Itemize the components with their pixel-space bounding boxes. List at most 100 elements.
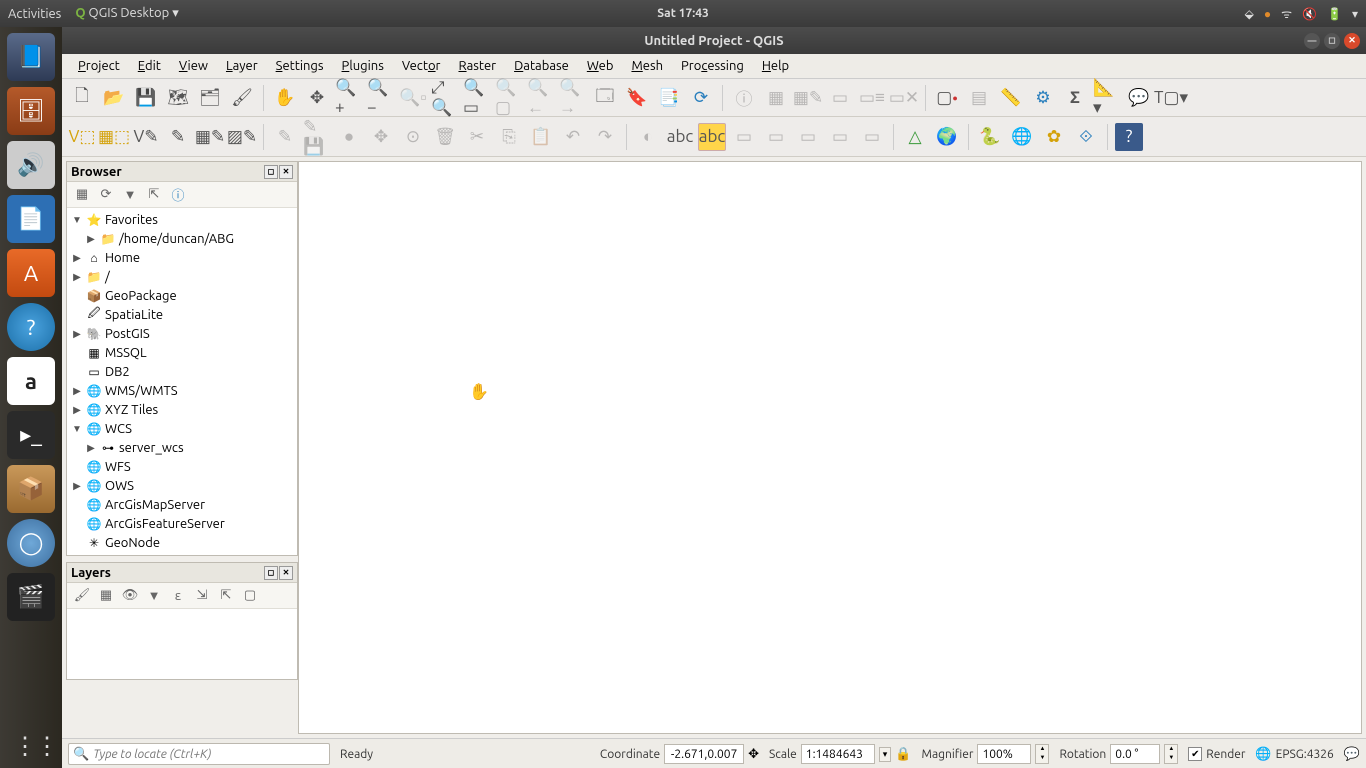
zoom-layer-icon[interactable]: 🔍▢ (495, 84, 523, 112)
deselect-icon[interactable]: ▭✕ (890, 84, 918, 112)
statistics-icon[interactable]: ▤ (965, 84, 993, 112)
scale-input[interactable] (801, 744, 875, 764)
add-vector-icon[interactable]: V⬚ (68, 123, 96, 151)
map-tips-icon[interactable]: 💬 (1125, 84, 1153, 112)
new-print-layout-icon[interactable]: 🗺 (164, 84, 192, 112)
menu-mesh[interactable]: Mesh (623, 57, 671, 75)
browser-item[interactable]: ▶📁/home/duncan/ABG (67, 229, 297, 248)
menu-help[interactable]: Help (754, 57, 797, 75)
zoom-next-icon[interactable]: 🔍→ (559, 84, 587, 112)
layers-filter-icon[interactable]: ▼ (145, 587, 163, 605)
clock[interactable]: Sat 17:43 (657, 7, 708, 20)
scale-dropdown-icon[interactable]: ▾ (879, 747, 892, 762)
identify-icon[interactable]: ⓘ (730, 84, 758, 112)
zoom-out-icon[interactable]: 🔍− (367, 84, 395, 112)
coord-toggle-icon[interactable]: ✥ (748, 747, 759, 762)
dock-chromium[interactable]: ◯ (7, 519, 55, 567)
browser-item[interactable]: ▶🌐WMS/WMTS (67, 381, 297, 400)
lbl-4-icon[interactable]: ▭ (826, 123, 854, 151)
sigma-icon[interactable]: Σ (1061, 84, 1089, 112)
label-settings-icon[interactable]: abc (698, 123, 726, 151)
expand-icon[interactable]: ▶ (71, 480, 83, 492)
app-menu[interactable]: Q QGIS Desktop ▾ (75, 6, 178, 21)
dig-1-icon[interactable]: ◐ (634, 123, 662, 151)
system-menu-caret-icon[interactable]: ▾ (1352, 7, 1358, 21)
dock-rhythmbox[interactable]: 🔊 (7, 141, 55, 189)
save-project-icon[interactable]: 💾 (132, 84, 160, 112)
window-maximize-button[interactable]: ◻ (1324, 33, 1340, 49)
new-bookmark-icon[interactable]: 🔖 (623, 84, 651, 112)
zoom-full-icon[interactable]: ⤢🔍 (431, 84, 459, 112)
window-minimize-button[interactable]: — (1304, 33, 1320, 49)
crs-icon[interactable]: 🌐 (1255, 747, 1271, 762)
open-project-icon[interactable]: 📂 (100, 84, 128, 112)
layers-visibility-icon[interactable]: 👁 (121, 587, 139, 605)
dock-nautilus[interactable]: 📘 (7, 33, 55, 81)
menu-plugins[interactable]: Plugins (334, 57, 392, 75)
magnifier-input[interactable] (977, 744, 1031, 764)
browser-item[interactable]: ✳GeoNode (67, 533, 297, 552)
battery-icon[interactable]: 🔋 (1327, 7, 1342, 21)
save-edits-icon[interactable]: ✎💾 (303, 123, 331, 151)
layers-collapse-icon[interactable]: ⇱ (217, 587, 235, 605)
expand-icon[interactable]: ▼ (71, 423, 83, 435)
menu-edit[interactable]: Edit (130, 57, 169, 75)
zoom-last-icon[interactable]: 🔍← (527, 84, 555, 112)
show-applications[interactable]: ⋮⋮⋮ (13, 732, 49, 768)
map-canvas[interactable]: ✋ (298, 161, 1362, 734)
browser-item[interactable]: ▼⭐Favorites (67, 210, 297, 229)
window-close-button[interactable]: ✕ (1344, 33, 1360, 49)
zoom-native-icon[interactable]: 🔍▫ (399, 84, 427, 112)
layers-tree[interactable] (67, 609, 297, 679)
measure-icon[interactable]: 📏 (997, 84, 1025, 112)
browser-refresh-icon[interactable]: ⟳ (97, 186, 115, 204)
browser-item[interactable]: ▭DB2 (67, 362, 297, 381)
zoom-in-icon[interactable]: 🔍+ (335, 84, 363, 112)
new-project-icon[interactable]: 🗋 (68, 84, 96, 112)
menu-web[interactable]: Web (579, 57, 622, 75)
browser-item[interactable]: 🌐WFS (67, 457, 297, 476)
browser-tree[interactable]: ▼⭐Favorites▶📁/home/duncan/ABG▶⌂Home▶📁/📦G… (67, 208, 297, 555)
lbl-1-icon[interactable]: ▭ (730, 123, 758, 151)
plugin-icon[interactable]: ⟐ (1072, 123, 1100, 151)
toggle-edit-icon[interactable]: ✎ (271, 123, 299, 151)
node-tool-icon[interactable]: ⊙ (399, 123, 427, 151)
dock-writer[interactable]: 📄 (7, 195, 55, 243)
refresh-icon[interactable]: ⟳ (687, 84, 715, 112)
layers-expr-icon[interactable]: ε (169, 587, 187, 605)
locator-input-wrap[interactable]: 🔍 (68, 743, 330, 765)
undo-icon[interactable]: ↶ (559, 123, 587, 151)
measure-line-icon[interactable]: 📐▾ (1093, 84, 1121, 112)
osm-icon[interactable]: 🌍 (933, 123, 961, 151)
layers-style-icon[interactable]: 🖌 (73, 587, 91, 605)
new-shapefile-icon[interactable]: V✎ (132, 123, 160, 151)
browser-item[interactable]: ▶⌂Home (67, 248, 297, 267)
expand-icon[interactable]: ▶ (71, 271, 83, 283)
browser-item[interactable]: ▦MSSQL (67, 343, 297, 362)
scale-lock-icon[interactable]: 🔒 (895, 747, 911, 762)
pan-icon[interactable]: ✋ (271, 84, 299, 112)
locator-input[interactable] (93, 748, 325, 761)
browser-undock-button[interactable]: ◻ (264, 165, 278, 179)
layers-undock-button[interactable]: ◻ (264, 566, 278, 580)
toolbox-icon[interactable]: ⚙ (1029, 84, 1057, 112)
cut-features-icon[interactable]: ✂ (463, 123, 491, 151)
volume-icon[interactable]: 🔇 (1302, 7, 1317, 21)
add-feature-icon[interactable]: ● (335, 123, 363, 151)
lbl-3-icon[interactable]: ▭ (794, 123, 822, 151)
add-raster-icon[interactable]: ▦⬚ (100, 123, 128, 151)
dock-files[interactable]: 🗄 (7, 87, 55, 135)
expand-icon[interactable]: ▶ (71, 404, 83, 416)
browser-item[interactable]: 📦GeoPackage (67, 286, 297, 305)
browser-item[interactable]: ▶🌐XYZ Tiles (67, 400, 297, 419)
zoom-selection-icon[interactable]: 🔍▭ (463, 84, 491, 112)
expand-icon[interactable]: ▶ (71, 328, 83, 340)
browser-item[interactable]: 🌐ArcGisFeatureServer (67, 514, 297, 533)
dock-terminal[interactable]: ▸_ (7, 411, 55, 459)
magnifier-spinner[interactable]: ▲▼ (1035, 744, 1049, 764)
browser-filter-icon[interactable]: ▼ (121, 186, 139, 204)
expand-icon[interactable]: ▶ (85, 442, 97, 454)
expand-icon[interactable]: ▶ (85, 233, 97, 245)
label-tool-icon[interactable]: abc (666, 123, 694, 151)
metasearch-icon[interactable]: 🌐 (1008, 123, 1036, 151)
